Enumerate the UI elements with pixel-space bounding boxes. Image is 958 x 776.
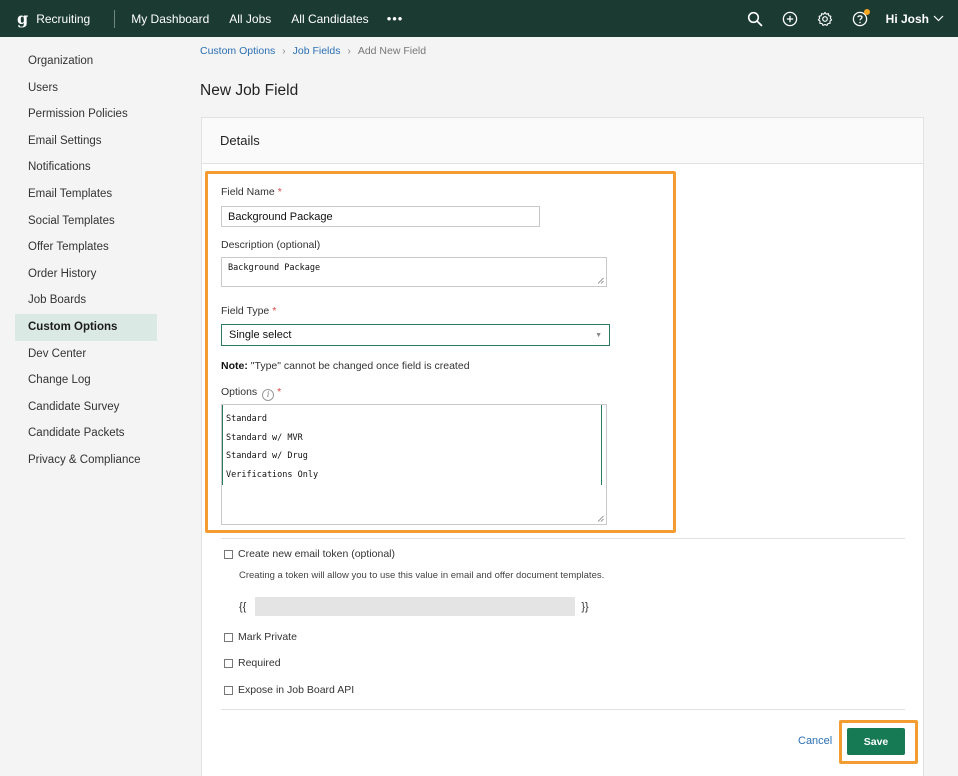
required-mark: * [277, 186, 282, 198]
required-mark: * [272, 305, 277, 317]
token-close-brace: }} [581, 600, 589, 613]
sidebar-item-order-history[interactable]: Order History [15, 261, 157, 288]
description-value: Background Package [228, 263, 321, 273]
field-name-input[interactable]: Background Package [221, 206, 540, 227]
expose-api-label: Expose in Job Board API [238, 684, 355, 696]
options-label: Options i * [221, 386, 281, 401]
note-prefix: Note: [221, 360, 248, 372]
sidebar-item-social-templates[interactable]: Social Templates [15, 208, 157, 235]
nav-divider [114, 9, 116, 28]
sidebar-item-change-log[interactable]: Change Log [15, 367, 157, 394]
expose-api-option[interactable]: Expose in Job Board API [224, 684, 354, 696]
sidebar-item-permission-policies[interactable]: Permission Policies [15, 101, 157, 128]
breadcrumb: Custom Options › Job Fields › Add New Fi… [200, 45, 426, 57]
brand[interactable]: g Recruiting [0, 0, 90, 37]
section-divider [221, 538, 905, 539]
top-nav: g Recruiting My Dashboard All Jobs All C… [0, 0, 958, 37]
nav-all-jobs[interactable]: All Jobs [229, 12, 271, 26]
breadcrumb-job-fields[interactable]: Job Fields [293, 45, 341, 57]
chevron-down-icon [933, 15, 944, 22]
nav-all-candidates[interactable]: All Candidates [291, 12, 368, 26]
greenhouse-logo-icon: g [17, 9, 29, 28]
sidebar-item-offer-templates[interactable]: Offer Templates [15, 234, 157, 261]
nav-more-menu[interactable]: ••• [387, 11, 404, 26]
notification-dot [863, 8, 870, 15]
field-name-label: Field Name * [221, 186, 282, 198]
sidebar-item-custom-options[interactable]: Custom Options [15, 313, 157, 341]
email-token-option[interactable]: Create new email token (optional) [224, 548, 395, 560]
gear-icon[interactable] [816, 10, 834, 28]
email-token-help: Creating a token will allow you to use t… [239, 570, 605, 581]
save-button[interactable]: Save [847, 728, 905, 755]
cancel-button[interactable]: Cancel [798, 735, 832, 747]
options-textarea[interactable]: Standard Standard w/ MVR Standard w/ Dru… [221, 404, 607, 525]
field-name-value: Background Package [228, 210, 333, 223]
sidebar-item-job-boards[interactable]: Job Boards [15, 287, 157, 314]
mark-private-option[interactable]: Mark Private [224, 631, 297, 643]
sidebar-item-email-templates[interactable]: Email Templates [15, 181, 157, 208]
required-mark: * [277, 386, 282, 398]
expose-api-checkbox[interactable] [224, 685, 233, 695]
token-open-brace: {{ [239, 600, 247, 613]
token-input[interactable] [255, 597, 576, 616]
resize-grip-icon[interactable] [597, 277, 604, 284]
field-name-label-text: Field Name [221, 186, 275, 198]
description-textarea[interactable]: Background Package [221, 257, 607, 287]
field-type-label-text: Field Type [221, 305, 270, 317]
field-type-label: Field Type * [221, 305, 276, 317]
field-type-value: Single select [229, 329, 292, 341]
user-menu[interactable]: Hi Josh [886, 12, 944, 26]
type-note: Note: "Type" cannot be changed once fiel… [221, 360, 470, 372]
section-title: Details [202, 118, 923, 164]
sidebar-item-email-settings[interactable]: Email Settings [15, 128, 157, 155]
sidebar-item-candidate-survey[interactable]: Candidate Survey [15, 394, 157, 421]
description-label: Description (optional) [221, 239, 321, 251]
help-icon[interactable] [851, 8, 870, 28]
sidebar-item-dev-center[interactable]: Dev Center [15, 341, 157, 368]
breadcrumb-separator: › [347, 45, 351, 57]
required-label: Required [238, 657, 281, 669]
option-item: Standard w/ MVR [226, 432, 303, 443]
search-icon[interactable] [746, 10, 764, 28]
page-title: New Job Field [200, 82, 299, 99]
options-label-text: Options [221, 386, 258, 398]
sidebar-item-notifications[interactable]: Notifications [15, 154, 157, 181]
mark-private-label: Mark Private [238, 631, 297, 643]
breadcrumb-current: Add New Field [357, 45, 427, 57]
resize-grip-icon[interactable] [597, 515, 604, 522]
option-item: Standard [226, 414, 267, 424]
note-text: "Type" cannot be changed once field is c… [247, 360, 470, 372]
sidebar-item-privacy-compliance[interactable]: Privacy & Compliance [15, 447, 157, 474]
nav-my-dashboard[interactable]: My Dashboard [131, 12, 209, 26]
option-item: Standard w/ Drug [226, 451, 308, 461]
add-circle-icon[interactable] [781, 10, 799, 28]
settings-sidebar: Organization Users Permission Policies E… [15, 48, 157, 474]
required-checkbox[interactable] [224, 658, 233, 668]
chevron-down-icon: ▼ [595, 331, 602, 339]
email-token-label: Create new email token (optional) [238, 548, 395, 560]
email-token-checkbox[interactable] [224, 549, 233, 559]
sidebar-item-organization[interactable]: Organization [15, 48, 157, 75]
options-list: Standard Standard w/ MVR Standard w/ Dru… [222, 410, 318, 484]
option-item: Verifications Only [226, 469, 319, 480]
user-greeting: Hi Josh [885, 11, 929, 26]
sidebar-item-users[interactable]: Users [15, 75, 157, 102]
breadcrumb-separator: › [282, 45, 286, 57]
breadcrumb-custom-options[interactable]: Custom Options [200, 45, 275, 57]
sidebar-item-candidate-packets[interactable]: Candidate Packets [15, 420, 157, 447]
mark-private-checkbox[interactable] [224, 632, 233, 642]
field-type-select[interactable]: Single select ▼ [221, 324, 610, 346]
token-row: {{ }} [239, 597, 589, 616]
brand-label: Recruiting [36, 11, 91, 26]
actions-divider [221, 709, 905, 710]
required-option[interactable]: Required [224, 657, 281, 669]
info-icon[interactable]: i [262, 389, 275, 401]
